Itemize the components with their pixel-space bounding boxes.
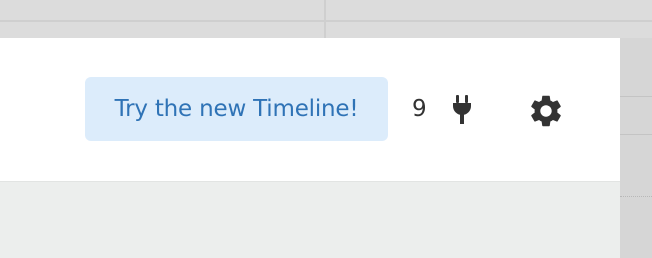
top-bar: Try the new Timeline! 9 [0,38,620,182]
plug-icon[interactable] [450,94,474,124]
main-panel: Try the new Timeline! 9 [0,38,620,258]
background-divider [0,20,652,22]
gear-icon[interactable] [527,92,565,130]
background-divider [620,96,652,97]
try-new-timeline-button[interactable]: Try the new Timeline! [85,77,388,141]
background-divider [324,0,326,38]
background-divider [620,196,652,197]
background-divider [620,134,652,135]
plugin-count: 9 [412,96,427,122]
background-side-strip [620,38,652,258]
